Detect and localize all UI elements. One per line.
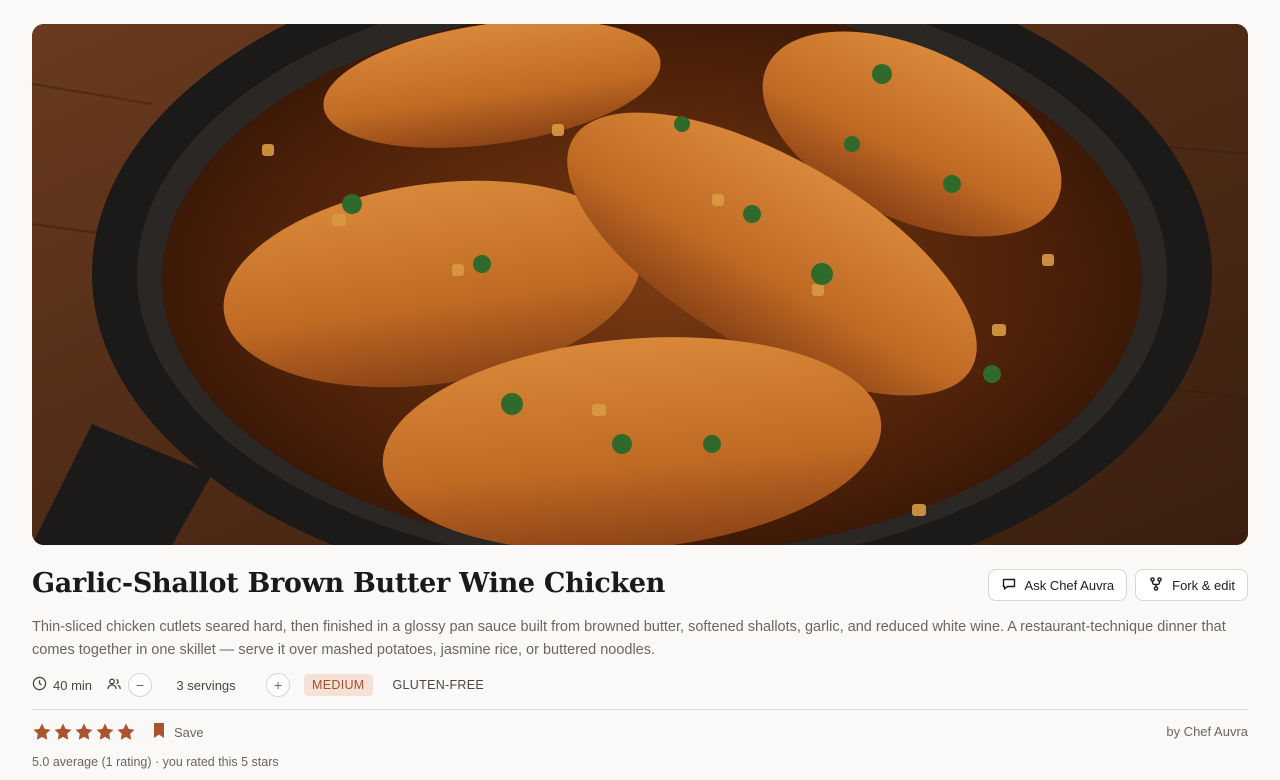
cook-time: 40 min xyxy=(32,676,92,694)
difficulty-badge: MEDIUM xyxy=(304,674,373,696)
hero-image xyxy=(32,24,1248,545)
star-icon[interactable] xyxy=(74,722,94,742)
ask-chef-button[interactable]: Ask Chef Auvra xyxy=(987,569,1128,601)
clock-icon xyxy=(32,676,47,694)
star-icon[interactable] xyxy=(116,722,136,742)
recipe-title: Garlic-Shallot Brown Butter Wine Chicken xyxy=(32,568,666,599)
star-icon[interactable] xyxy=(53,722,73,742)
chat-bubble-icon xyxy=(1001,576,1017,595)
star-icon[interactable] xyxy=(95,722,115,742)
increase-servings-button[interactable]: + xyxy=(266,673,291,697)
recipe-description: Thin-sliced chicken cutlets seared hard,… xyxy=(32,619,1226,658)
decrease-servings-button[interactable]: − xyxy=(128,673,153,697)
recipe-actions: Ask Chef Auvra Fork & edit xyxy=(987,569,1248,601)
rating-summary: 5.0 average (1 rating) · you rated this … xyxy=(32,755,279,769)
fork-edit-button[interactable]: Fork & edit xyxy=(1135,569,1248,601)
save-label: Save xyxy=(174,724,204,740)
bookmark-icon xyxy=(152,722,166,742)
fork-branch-icon xyxy=(1148,576,1164,595)
recipe-meta: 40 min − 3 servings + MEDIUM GLUTEN-FREE xyxy=(32,673,492,697)
ask-chef-label: Ask Chef Auvra xyxy=(1024,577,1115,593)
people-icon xyxy=(106,676,122,695)
save-button[interactable]: Save xyxy=(152,722,204,742)
diet-tag: GLUTEN-FREE xyxy=(392,678,485,692)
star-icon[interactable] xyxy=(32,722,52,742)
cook-time-value: 40 min xyxy=(53,677,93,693)
fork-edit-label: Fork & edit xyxy=(1172,577,1235,593)
rating-row: Save xyxy=(32,721,204,743)
star-rating xyxy=(32,722,136,742)
divider xyxy=(32,709,1248,710)
servings-control: − 3 servings + xyxy=(106,673,291,697)
author-byline: by Chef Auvra xyxy=(1166,724,1248,739)
servings-value: 3 servings xyxy=(176,677,236,693)
